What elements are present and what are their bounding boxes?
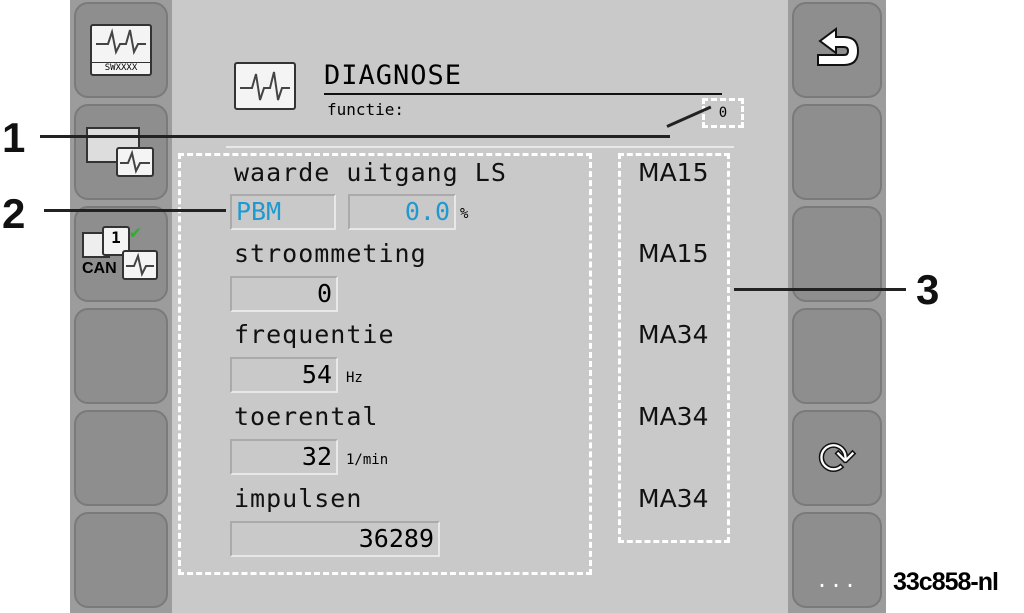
callout-2: 2: [2, 190, 26, 237]
module-label: MA15: [638, 158, 709, 187]
callout-1-line: [40, 135, 670, 138]
softkey-empty-5[interactable]: [74, 410, 168, 506]
softkey-can-diagnose[interactable]: 1 ✔ CAN: [74, 206, 168, 302]
frequency-value: 54: [230, 357, 338, 393]
softkey-empty-6[interactable]: [74, 512, 168, 608]
callout-3: 3: [916, 266, 940, 313]
can-label: CAN: [82, 260, 117, 277]
current-value: 0: [230, 276, 338, 312]
softkey-diagnose-sw[interactable]: SWXXXX: [74, 2, 168, 98]
left-softkey-panel: SWXXXX 1 ✔ CAN: [70, 0, 172, 613]
function-label: functie:: [327, 100, 405, 119]
output-value: 0.0: [348, 194, 456, 230]
row-label-speed: toerental: [234, 402, 379, 431]
diagnose-screen: DIAGNOSE functie: 0 waarde uitgang LS PB…: [172, 0, 788, 613]
row-label-frequency: frequentie: [234, 320, 395, 349]
output-unit: %: [460, 206, 469, 222]
more-button[interactable]: ...: [792, 512, 882, 608]
right-softkey-panel: ⟳ ...: [788, 0, 886, 613]
frequency-unit: Hz: [346, 370, 363, 386]
more-icon: ...: [815, 568, 859, 592]
function-value: 0: [702, 98, 744, 128]
diagnose-sw-icon: SWXXXX: [90, 24, 152, 76]
callout-2-line: [44, 209, 226, 212]
refresh-button[interactable]: ⟳: [792, 410, 882, 506]
can-diagnose-icon: 1 ✔ CAN: [82, 222, 160, 282]
refresh-icon: ⟳: [817, 430, 857, 486]
back-arrow-icon: [817, 27, 860, 66]
row-label-pulses: impulsen: [234, 484, 363, 513]
figure-code: 33c858-nl: [893, 568, 999, 596]
softkey-empty-4[interactable]: [74, 308, 168, 404]
back-button[interactable]: [792, 2, 882, 98]
separator: [226, 146, 734, 148]
softkey-empty-r2[interactable]: [792, 104, 882, 200]
pulses-value: 36289: [230, 521, 440, 557]
diagnose-icon: [234, 62, 296, 110]
page-title: DIAGNOSE: [324, 60, 463, 91]
output-type-select[interactable]: PBM: [230, 194, 336, 230]
row-label-output: waarde uitgang LS: [234, 158, 507, 187]
speed-unit: 1/min: [346, 452, 389, 468]
callout-1: 1: [2, 114, 26, 161]
module-label: MA15: [638, 239, 709, 268]
speed-value: 32: [230, 439, 338, 475]
softkey-empty-r4[interactable]: [792, 308, 882, 404]
softkey-module-diagnose[interactable]: [74, 104, 168, 200]
module-label: MA34: [638, 320, 709, 349]
sw-label: SWXXXX: [92, 62, 150, 73]
module-label: MA34: [638, 402, 709, 431]
title-underline: [324, 93, 722, 95]
module-label: MA34: [638, 484, 709, 513]
row-label-current: stroommeting: [234, 239, 427, 268]
callout-3-line: [734, 288, 906, 291]
